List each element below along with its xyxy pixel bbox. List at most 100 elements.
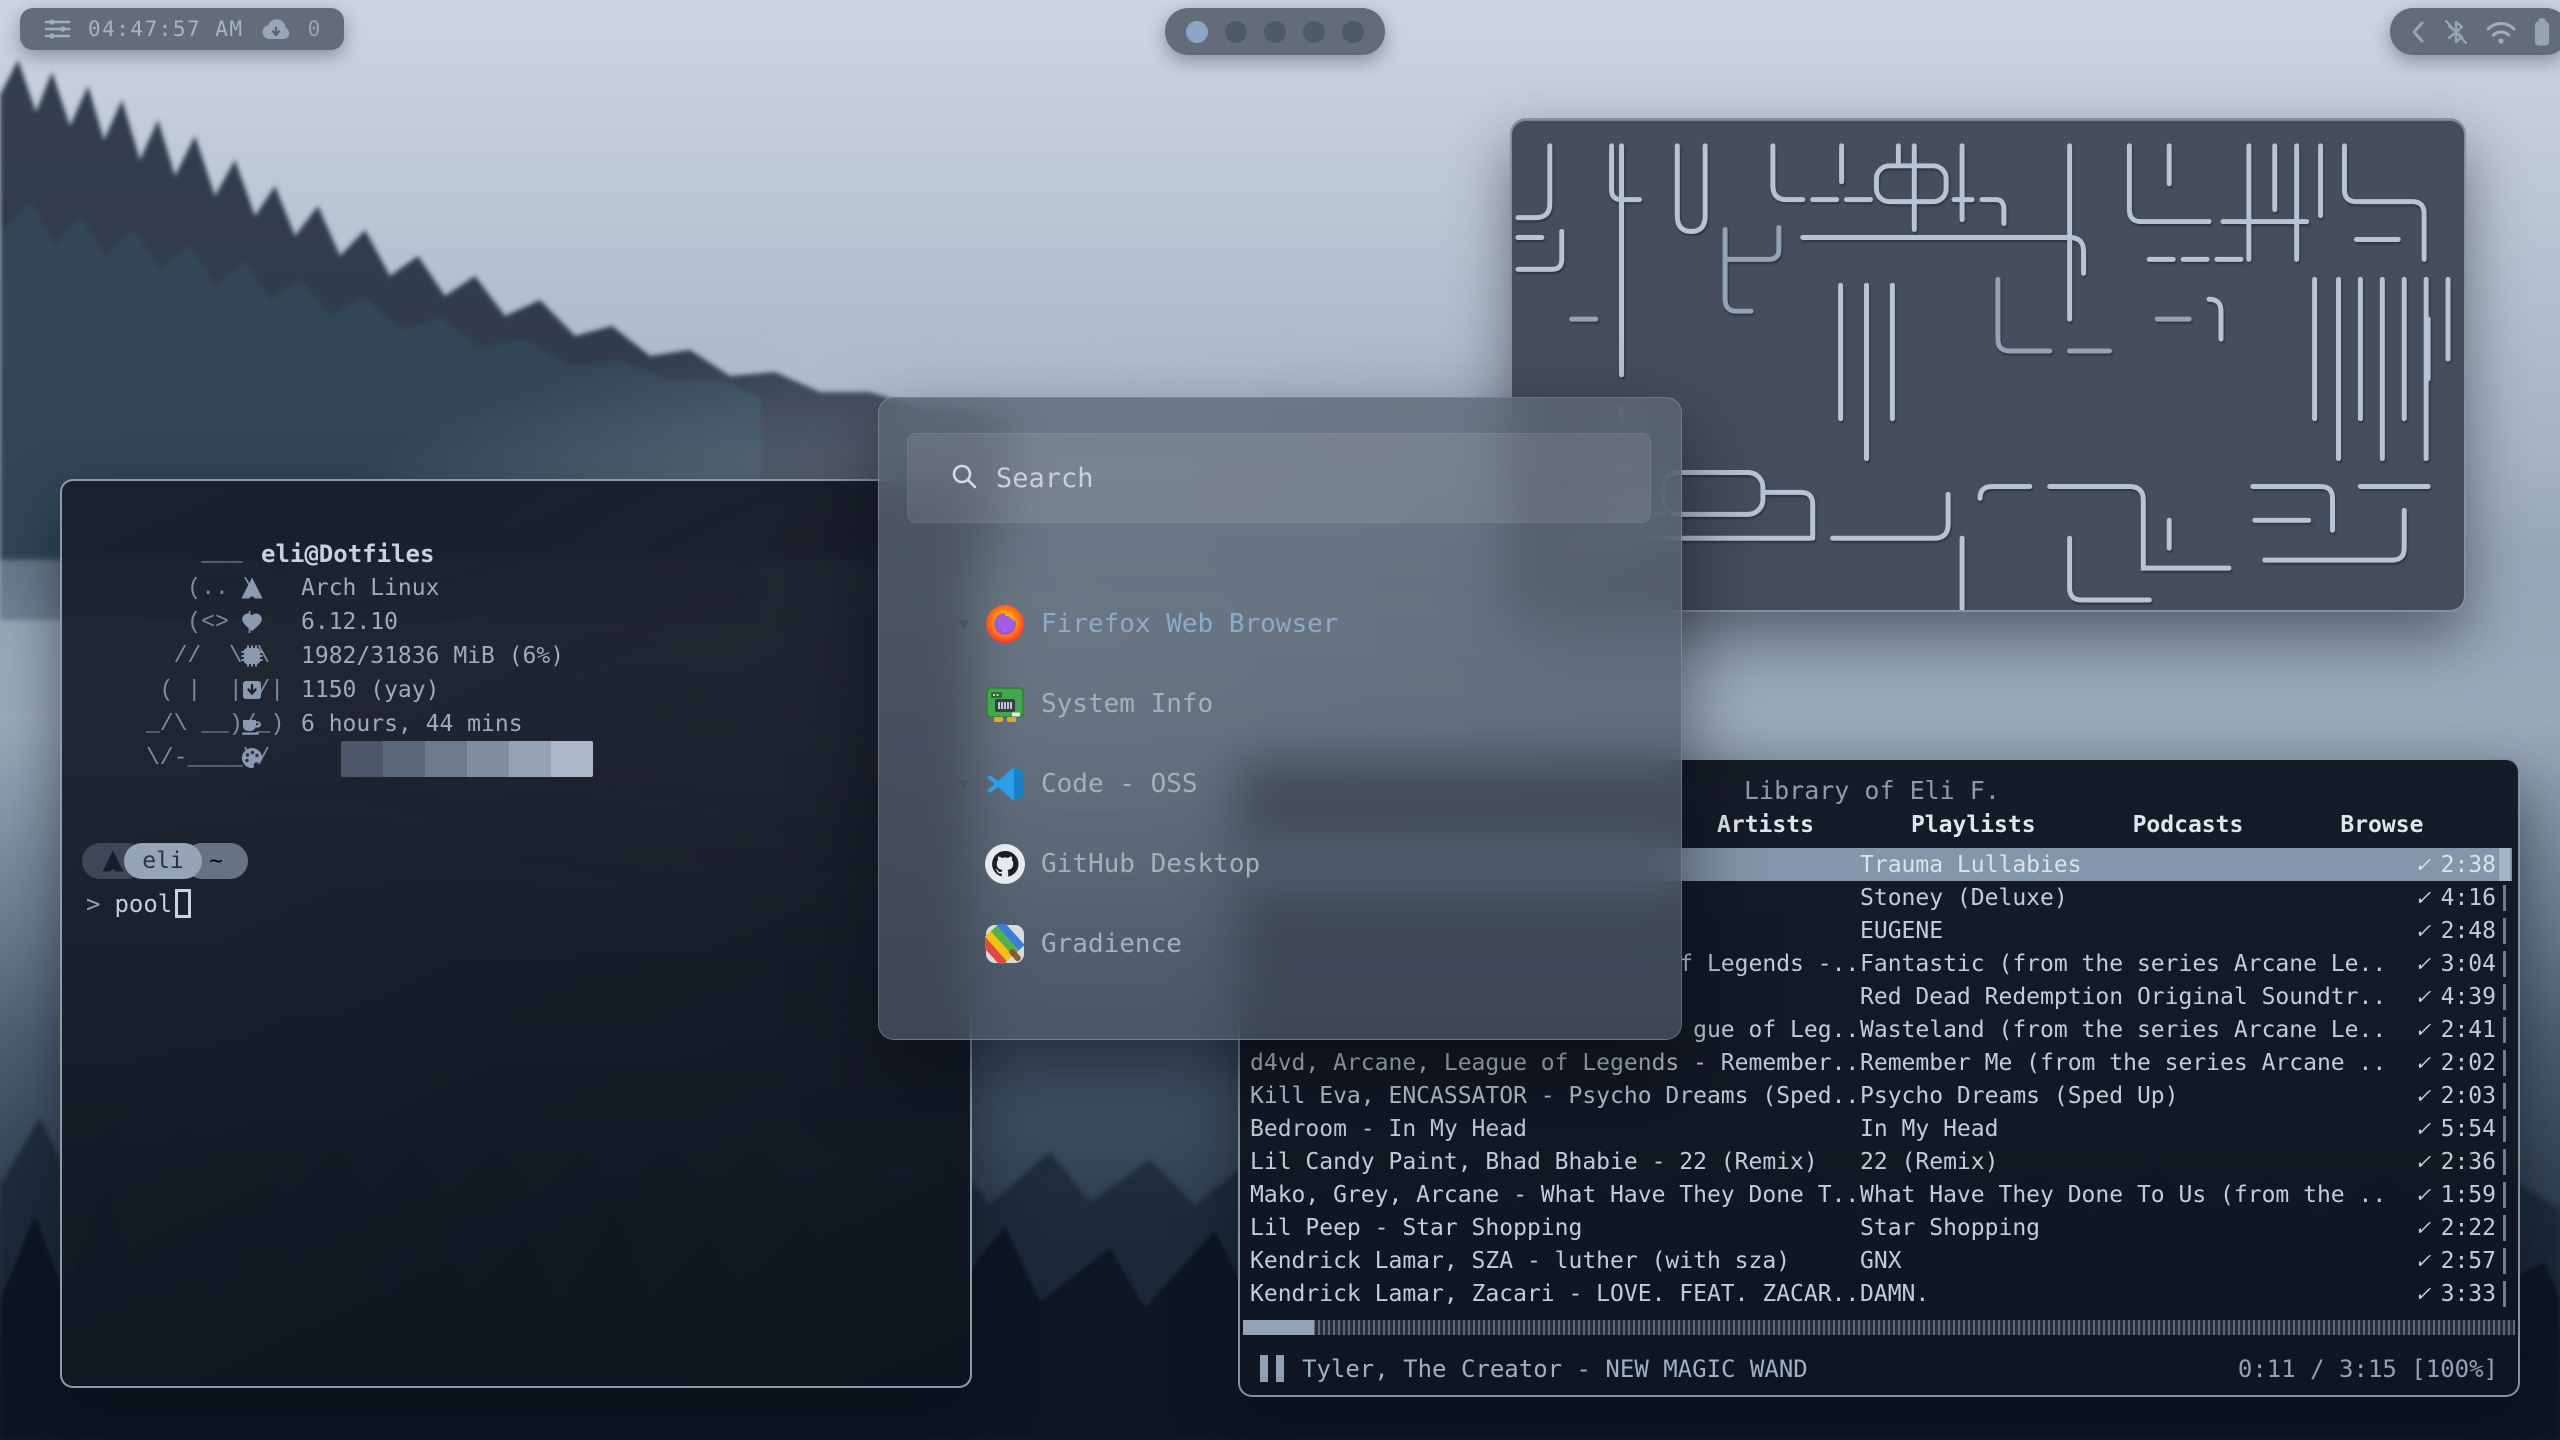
track-row[interactable]: Bedroom - In My Head In My Head 5:54 [1246, 1112, 2512, 1145]
track-artist: Lil Peep - Star Shopping [1250, 1215, 1860, 1241]
launcher-item-label: Firefox Web Browser [1041, 609, 1338, 639]
seek-bar[interactable] [1243, 1320, 2515, 1335]
shell-prompt: eli ~ [82, 843, 248, 879]
launcher-item-label: GitHub Desktop [1041, 849, 1260, 879]
fetch-row-memory: 1982/31836 MiB (6%) [239, 639, 593, 673]
track-title: Fantastic (from the series Arcane Le.. [1860, 951, 2416, 977]
track-title: Red Dead Redemption Original Soundtr.. [1860, 984, 2416, 1010]
player-tab[interactable]: Podcasts [2133, 812, 2244, 838]
battery-icon[interactable] [2533, 17, 2551, 47]
saved-check-icon [2416, 1050, 2441, 1076]
saved-check-icon [2416, 1182, 2441, 1208]
player-tab[interactable]: Browse [2340, 812, 2423, 838]
search-icon [949, 461, 979, 495]
terminal-color-palette [341, 741, 593, 777]
saved-check-icon [2416, 951, 2441, 977]
vscode-icon [985, 764, 1025, 804]
scrollbar-segment[interactable] [2496, 848, 2512, 881]
saved-check-icon [2416, 1083, 2441, 1109]
palette-swatch [551, 741, 593, 777]
track-artist: Bedroom - In My Head [1250, 1116, 1860, 1142]
fetch-uptime-value: 6 hours, 44 mins [301, 707, 523, 741]
scrollbar-segment[interactable] [2496, 1211, 2512, 1244]
scrollbar-segment[interactable] [2496, 1145, 2512, 1178]
scrollbar-segment[interactable] [2496, 914, 2512, 947]
pause-icon[interactable] [1260, 1355, 1284, 1382]
gradience-icon [985, 924, 1025, 964]
scrollbar-segment[interactable] [2496, 1244, 2512, 1277]
workspace-dot[interactable] [1342, 21, 1364, 43]
fetch-row-kernel: 6.12.10 [239, 605, 593, 639]
search-field[interactable] [907, 433, 1651, 523]
track-row[interactable]: Lil Peep - Star Shopping Star Shopping 2… [1246, 1211, 2512, 1244]
scrollbar-segment[interactable] [2496, 947, 2512, 980]
statusbar-tray-pill[interactable] [2390, 8, 2560, 55]
scrollbar-segment[interactable] [2496, 1112, 2512, 1145]
player-tab[interactable]: Playlists [1911, 812, 2036, 838]
track-duration: 2:03 [2416, 1083, 2496, 1109]
wifi-icon[interactable] [2484, 18, 2518, 45]
launcher-item-firefox[interactable]: Firefox Web Browser [879, 584, 1681, 664]
scrollbar-segment[interactable] [2496, 1013, 2512, 1046]
fetch-memory-value: 1982/31836 MiB (6%) [301, 639, 564, 673]
statusbar-left-pill[interactable]: 04:47:57 AM 0 [20, 8, 344, 50]
command-line[interactable]: > pool [86, 889, 191, 918]
saved-check-icon [2416, 1116, 2441, 1142]
bluetooth-off-icon[interactable] [2443, 18, 2469, 46]
track-row[interactable]: Mako, Grey, Arcane - What Have They Done… [1246, 1178, 2512, 1211]
track-row[interactable]: Kendrick Lamar, Zacari - LOVE. FEAT. ZAC… [1246, 1277, 2512, 1310]
fastfetch-info: eli@Dotfiles Arch Linux 6.12.10 1982/318… [239, 537, 593, 775]
track-title: GNX [1860, 1248, 2416, 1274]
prompt-arrow: > [86, 890, 100, 918]
scrollbar-segment[interactable] [2496, 1079, 2512, 1112]
workspace-dot[interactable] [1225, 21, 1247, 43]
saved-check-icon [2416, 1248, 2441, 1274]
scrollbar-segment[interactable] [2496, 1277, 2512, 1310]
track-duration: 1:59 [2416, 1182, 2496, 1208]
track-duration: 2:41 [2416, 1017, 2496, 1043]
search-input[interactable] [996, 463, 1651, 494]
prompt-user-segment: eli [124, 843, 202, 879]
fetch-row-uptime: 6 hours, 44 mins [239, 707, 593, 741]
track-row[interactable]: Kendrick Lamar, SZA - luther (with sza) … [1246, 1244, 2512, 1277]
track-duration: 4:39 [2416, 984, 2496, 1010]
track-artist: Kendrick Lamar, Zacari - LOVE. FEAT. ZAC… [1250, 1281, 1860, 1307]
launcher-item-github-desktop[interactable]: GitHub Desktop [879, 824, 1681, 904]
track-row[interactable]: Kill Eva, ENCASSATOR - Psycho Dreams (Sp… [1246, 1079, 2512, 1112]
scrollbar-segment[interactable] [2496, 1178, 2512, 1211]
fetch-packages-value: 1150 (yay) [301, 673, 439, 707]
track-title: Remember Me (from the series Arcane .. [1860, 1050, 2416, 1076]
expand-arrow-icon[interactable] [959, 773, 983, 795]
workspace-dot[interactable] [1264, 21, 1286, 43]
cloud-download-icon[interactable] [261, 18, 291, 40]
track-title: Wasteland (from the series Arcane Le.. [1860, 1017, 2416, 1043]
saved-check-icon [2416, 1149, 2441, 1175]
workspace-dot[interactable] [1303, 21, 1325, 43]
library-title: Library of Eli F. [1744, 776, 2000, 805]
scrollbar-segment[interactable] [2496, 881, 2512, 914]
arch-icon [101, 849, 125, 873]
expand-arrow-icon[interactable] [959, 613, 983, 635]
sliders-icon[interactable] [44, 17, 71, 41]
scrollbar-segment[interactable] [2496, 1046, 2512, 1079]
terminal-window[interactable]: ___ (.. \ (<> | // \ \ ( | | /| _/\ __)/… [60, 479, 972, 1388]
launcher-item-system-info[interactable]: System Info [879, 664, 1681, 744]
fetch-kernel-value: 6.12.10 [301, 605, 398, 639]
systeminfo-icon [985, 684, 1025, 724]
saved-check-icon [2416, 852, 2441, 878]
player-tabs: Artists Playlists Podcasts Browse [1717, 812, 2423, 838]
workspace-dot[interactable] [1186, 21, 1208, 43]
track-row[interactable]: d4vd, Arcane, League of Legends - Rememb… [1246, 1046, 2512, 1079]
player-tab[interactable]: Artists [1717, 812, 1814, 838]
chevron-left-icon[interactable] [2408, 19, 2428, 45]
launcher-item-gradience[interactable]: Gradience [879, 904, 1681, 984]
track-duration: 2:48 [2416, 918, 2496, 944]
scrollbar-segment[interactable] [2496, 980, 2512, 1013]
fetch-os-value: Arch Linux [301, 571, 439, 605]
arch-icon [239, 576, 265, 600]
saved-check-icon [2416, 885, 2441, 911]
track-artist: Kill Eva, ENCASSATOR - Psycho Dreams (Sp… [1250, 1083, 1860, 1109]
launcher-item-code-oss[interactable]: Code - OSS [879, 744, 1681, 824]
player-status-bar: Tyler, The Creator - NEW MAGIC WAND 0:11… [1240, 1342, 2518, 1395]
track-row[interactable]: Lil Candy Paint, Bhad Bhabie - 22 (Remix… [1246, 1145, 2512, 1178]
